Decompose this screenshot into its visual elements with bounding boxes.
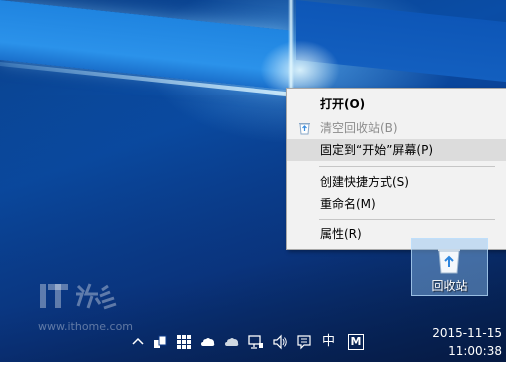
menu-item-create-shortcut[interactable]: 创建快捷方式(S) — [287, 171, 506, 193]
menu-item-empty-recycle-bin[interactable]: 清空回收站(B) — [287, 117, 506, 139]
network-ethernet-icon[interactable] — [248, 334, 264, 350]
recycle-bin-icon — [438, 249, 460, 274]
onedrive-syncing-cloud-icon[interactable] — [224, 334, 240, 350]
menu-item-label: 固定到“开始”屏幕(P) — [320, 143, 434, 157]
ime-mode-indicator[interactable]: 中 — [322, 334, 335, 349]
ithome-logo — [40, 283, 117, 310]
show-hidden-icons-chevron-up-icon[interactable] — [130, 334, 146, 350]
menu-item-label: 属性(R) — [320, 227, 362, 241]
clock-time: 11:00:38 — [448, 344, 502, 358]
menu-item-label: 创建快捷方式(S) — [320, 175, 409, 189]
menu-item-open[interactable]: 打开(O) — [287, 93, 506, 115]
ime-keyboard-indicator[interactable]: M — [348, 334, 364, 350]
menu-separator — [319, 219, 495, 220]
clock-date: 2015-11-15 — [432, 326, 502, 340]
menu-item-label: 清空回收站(B) — [320, 121, 398, 135]
menu-item-label: 打开(O) — [320, 97, 366, 111]
menu-separator — [319, 166, 495, 167]
network-devices-icon[interactable] — [152, 334, 168, 350]
desktop-icon-recycle-bin[interactable]: 回收站 — [411, 238, 488, 296]
volume-speaker-icon[interactable] — [272, 334, 288, 350]
clock-lunar-weather: 十月初四 周日 14℃ — [393, 362, 502, 376]
menu-item-pin-to-start[interactable]: 固定到“开始”屏幕(P) — [287, 139, 506, 161]
apps-grid-icon[interactable] — [176, 334, 192, 350]
onedrive-cloud-icon[interactable] — [200, 334, 216, 350]
taskbar-clock[interactable]: 2015-11-15 11:00:38 十月初四 周日 14℃ — [376, 324, 502, 378]
menu-item-rename[interactable]: 重命名(M) — [287, 193, 506, 215]
context-menu: 打开(O) 清空回收站(B) 固定到“开始”屏幕(P) 创建快捷方式(S) 重命… — [286, 88, 506, 250]
recycle-icon — [299, 123, 310, 135]
desktop-icon-label: 回收站 — [431, 279, 468, 293]
action-center-notifications-icon[interactable] — [296, 334, 312, 350]
menu-item-label: 重命名(M) — [320, 197, 376, 211]
